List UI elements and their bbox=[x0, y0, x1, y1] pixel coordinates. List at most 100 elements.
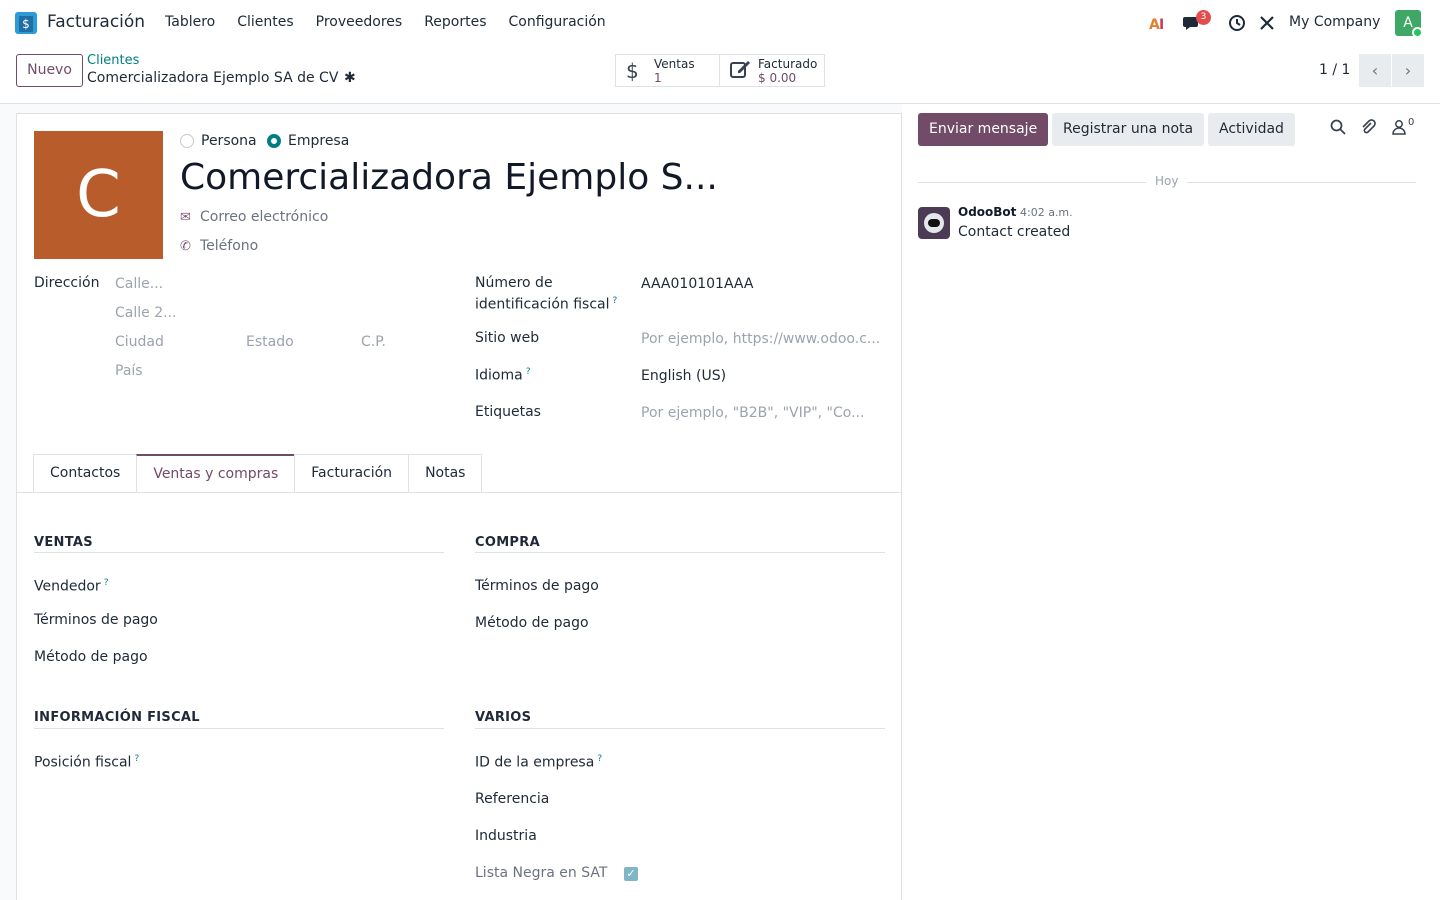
company-id-label-text: ID de la empresa bbox=[475, 754, 595, 771]
tags-field[interactable]: Por ejemplo, "B2B", "VIP", "Co... bbox=[641, 405, 864, 421]
gear-icon[interactable]: ✱ bbox=[344, 70, 356, 86]
odoobot-avatar[interactable] bbox=[918, 207, 950, 239]
tab-facturacion[interactable]: Facturación bbox=[294, 454, 410, 493]
message-time: 4:02 a.m. bbox=[1020, 206, 1073, 219]
company-id-label: ID de la empresa? bbox=[475, 754, 602, 771]
followers-count: 0 bbox=[1408, 117, 1415, 128]
language-field[interactable]: English (US) bbox=[641, 368, 726, 384]
envelope-icon: ✉ bbox=[180, 209, 191, 225]
message-body: Contact created bbox=[958, 224, 1071, 240]
radio-persona[interactable]: Persona bbox=[180, 133, 257, 149]
menu-item-clientes[interactable]: Clientes bbox=[237, 14, 293, 30]
radio-empresa[interactable]: Empresa bbox=[267, 133, 349, 149]
radio-label: Persona bbox=[201, 133, 257, 149]
date-separator: Hoy bbox=[1155, 174, 1179, 188]
street2-field[interactable]: Calle 2... bbox=[115, 305, 176, 321]
menu-item-proveedores[interactable]: Proveedores bbox=[316, 14, 403, 30]
smart-button-label: Ventas bbox=[654, 57, 695, 71]
phone-placeholder: Teléfono bbox=[200, 238, 259, 254]
clock-icon[interactable] bbox=[1227, 13, 1247, 33]
activity-button[interactable]: Actividad bbox=[1208, 113, 1295, 146]
language-label-text: Idioma bbox=[475, 367, 523, 384]
breadcrumb-parent[interactable]: Clientes bbox=[87, 53, 139, 68]
industry-label: Industria bbox=[475, 828, 537, 844]
message-author[interactable]: OdooBot bbox=[958, 205, 1016, 219]
sale-payment-terms-label: Términos de pago bbox=[34, 612, 158, 628]
section-title-varios: VARIOS bbox=[475, 710, 532, 725]
invoiced-smart-button[interactable]: Facturado $ 0.00 bbox=[719, 54, 825, 87]
radio-circle[interactable] bbox=[180, 134, 194, 148]
purchase-payment-method-label: Método de pago bbox=[475, 615, 589, 631]
messages-badge: 3 bbox=[1196, 10, 1211, 25]
language-label: Idioma? bbox=[475, 367, 530, 384]
dollar-icon: $ bbox=[626, 59, 639, 83]
website-field[interactable]: Por ejemplo, https://www.odoo.c... bbox=[641, 331, 880, 347]
sat-blacklist-label: Lista Negra en SAT bbox=[475, 865, 608, 881]
date-separator-line bbox=[1187, 182, 1416, 183]
chatter-panel: Enviar mensaje Registrar una nota Activi… bbox=[902, 104, 1440, 900]
fiscal-position-label: Posición fiscal? bbox=[34, 754, 139, 771]
invoicing-app-icon[interactable]: $ bbox=[15, 12, 37, 34]
paperclip-icon[interactable] bbox=[1360, 119, 1376, 139]
log-note-button[interactable]: Registrar una nota bbox=[1052, 113, 1205, 146]
menu-item-tablero[interactable]: Tablero bbox=[165, 14, 215, 30]
followers-icon[interactable] bbox=[1392, 119, 1406, 139]
city-field[interactable]: Ciudad bbox=[115, 334, 164, 350]
email-field[interactable]: ✉ Correo electrónico bbox=[180, 209, 328, 225]
sat-blacklist-checkbox[interactable]: ✓ bbox=[624, 867, 638, 881]
vat-field[interactable]: AAA010101AAA bbox=[641, 276, 753, 292]
send-message-button[interactable]: Enviar mensaje bbox=[918, 113, 1049, 146]
tab-notas[interactable]: Notas bbox=[408, 454, 483, 493]
radio-circle-selected[interactable] bbox=[267, 134, 281, 148]
control-panel: Nuevo Clientes Comercializadora Ejemplo … bbox=[0, 46, 1440, 104]
notebook-tabs: Contactos Ventas y compras Facturación N… bbox=[33, 454, 483, 493]
company-switcher[interactable]: My Company bbox=[1289, 14, 1380, 30]
help-icon[interactable]: ? bbox=[597, 754, 602, 764]
tools-icon[interactable] bbox=[1257, 13, 1277, 33]
fiscal-position-label-text: Posición fiscal bbox=[34, 754, 132, 771]
next-record-button[interactable]: › bbox=[1392, 54, 1424, 87]
section-rule bbox=[34, 552, 444, 553]
radio-label: Empresa bbox=[288, 133, 350, 149]
phone-icon: ✆ bbox=[180, 238, 191, 254]
invoice-edit-icon bbox=[730, 59, 752, 84]
zip-field[interactable]: C.P. bbox=[361, 334, 386, 350]
menu-item-reportes[interactable]: Reportes bbox=[424, 14, 486, 30]
breadcrumb-current: Comercializadora Ejemplo SA de CV bbox=[87, 70, 339, 86]
presence-status-icon bbox=[1412, 27, 1423, 38]
pager-value[interactable]: 1 / 1 bbox=[1319, 62, 1350, 78]
previous-record-button[interactable]: ‹ bbox=[1359, 54, 1391, 87]
menu-item-configuracion[interactable]: Configuración bbox=[509, 14, 606, 30]
tab-contactos[interactable]: Contactos bbox=[33, 454, 138, 493]
vat-label-text: identificación fiscal bbox=[475, 296, 610, 313]
help-icon[interactable]: ? bbox=[104, 578, 109, 588]
help-icon[interactable]: ? bbox=[613, 296, 618, 306]
ai-icon[interactable]: AI bbox=[1148, 13, 1168, 33]
section-title-fiscal: INFORMACIÓN FISCAL bbox=[34, 710, 200, 725]
vat-label-line1: Número de bbox=[475, 275, 553, 291]
svg-text:$: $ bbox=[22, 17, 30, 31]
reference-label: Referencia bbox=[475, 791, 550, 807]
phone-field[interactable]: ✆ Teléfono bbox=[180, 238, 258, 254]
salesperson-label: Vendedor? bbox=[34, 578, 108, 595]
svg-text:I: I bbox=[1159, 17, 1164, 31]
country-field[interactable]: País bbox=[115, 363, 143, 379]
street-field[interactable]: Calle... bbox=[115, 276, 163, 292]
smart-button-value: 1 bbox=[654, 71, 662, 85]
section-title-ventas: VENTAS bbox=[34, 535, 93, 550]
help-icon[interactable]: ? bbox=[134, 754, 139, 764]
state-field[interactable]: Estado bbox=[246, 334, 294, 350]
help-icon[interactable]: ? bbox=[526, 367, 531, 377]
search-icon[interactable] bbox=[1330, 119, 1346, 139]
contact-avatar[interactable]: C bbox=[34, 131, 163, 259]
tab-ventas-y-compras[interactable]: Ventas y compras bbox=[136, 454, 296, 493]
top-navbar: $ Facturación Tablero Clientes Proveedor… bbox=[0, 0, 1440, 46]
sales-smart-button[interactable]: $ Ventas 1 bbox=[615, 54, 720, 87]
sale-payment-method-label: Método de pago bbox=[34, 649, 148, 665]
new-button[interactable]: Nuevo bbox=[16, 54, 83, 87]
tags-label: Etiquetas bbox=[475, 404, 541, 420]
form-sheet: C Persona Empresa Comercializadora Ejemp… bbox=[16, 113, 902, 900]
app-name[interactable]: Facturación bbox=[47, 12, 145, 32]
purchase-payment-terms-label: Términos de pago bbox=[475, 578, 599, 594]
contact-name-field[interactable]: Comercializadora Ejemplo S... bbox=[180, 157, 718, 198]
